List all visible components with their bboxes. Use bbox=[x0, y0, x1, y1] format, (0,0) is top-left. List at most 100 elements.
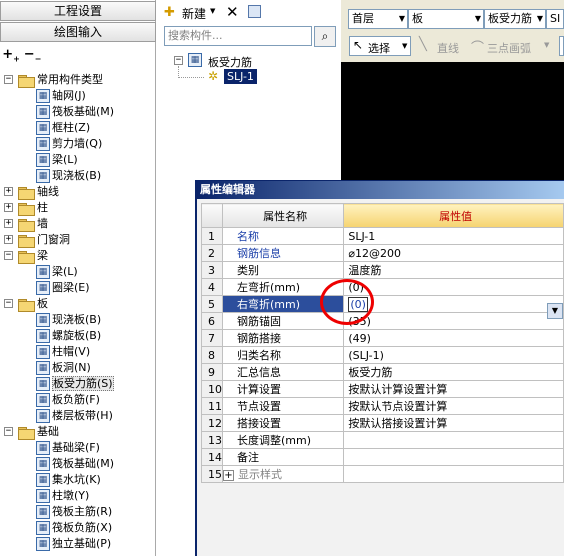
property-value[interactable]: 按默认节点设置计算 bbox=[343, 397, 564, 415]
collapse-icon[interactable]: − bbox=[174, 56, 183, 65]
search-icon[interactable]: ⌕ bbox=[314, 26, 336, 47]
expand-icon[interactable]: + bbox=[4, 203, 13, 212]
property-row[interactable]: 14 备注 bbox=[201, 448, 564, 466]
property-value[interactable] bbox=[343, 465, 564, 483]
component-item-slj1[interactable]: SLJ-1 bbox=[224, 69, 257, 84]
expand-all-icon[interactable]: ++ bbox=[2, 46, 20, 64]
tree-item[interactable]: ▦ 柱帽(V) bbox=[36, 344, 90, 360]
tree-item[interactable]: ▦ 梁(L) bbox=[36, 152, 78, 168]
tree-item[interactable]: ▦ 筏板负筋(X) bbox=[36, 520, 112, 536]
tree-folder[interactable]: + 轴线 bbox=[4, 184, 59, 200]
tree-item[interactable]: ▦ 梁(L) bbox=[36, 264, 78, 280]
property-row[interactable]: 3 类别 温度筋 bbox=[201, 261, 564, 279]
spiral-icon: ▦ bbox=[36, 329, 50, 343]
property-value[interactable]: (SLJ-1) bbox=[343, 346, 564, 364]
tree-folder[interactable]: + 门窗洞 bbox=[4, 232, 70, 248]
line-button[interactable]: 直线 bbox=[437, 40, 459, 56]
tree-item[interactable]: ▦ 板洞(N) bbox=[36, 360, 91, 376]
tree-folder[interactable]: − 基础 bbox=[4, 424, 59, 440]
new-dropdown-icon[interactable]: ▼ bbox=[210, 7, 215, 15]
floor-select[interactable]: 首层 ▼ bbox=[348, 9, 408, 29]
property-value[interactable]: 板受力筋 bbox=[343, 363, 564, 381]
arc-dropdown-icon[interactable]: ▼ bbox=[544, 41, 549, 49]
property-row[interactable]: 1 名称 SLJ-1 bbox=[201, 227, 564, 245]
type-select[interactable]: 板 ▼ bbox=[408, 9, 484, 29]
delete-icon[interactable]: ✕ bbox=[226, 3, 239, 21]
tree-item[interactable]: ▦ 筏板主筋(R) bbox=[36, 504, 112, 520]
property-row[interactable]: 5 右弯折(mm) (0) bbox=[201, 295, 564, 313]
tree-item[interactable]: ▦ 板负筋(F) bbox=[36, 392, 100, 408]
new-button[interactable]: 新建 bbox=[182, 5, 206, 22]
property-name: 钢筋信息 bbox=[221, 244, 345, 262]
drawing-input-button[interactable]: 绘图输入 bbox=[0, 22, 156, 42]
expand-icon[interactable]: + bbox=[223, 470, 234, 481]
tree-item[interactable]: ▦ 筏板基础(M) bbox=[36, 104, 114, 120]
property-row[interactable]: 4 左弯折(mm) (0) bbox=[201, 278, 564, 296]
tree-folder[interactable]: + 柱 bbox=[4, 200, 48, 216]
property-value[interactable] bbox=[343, 448, 564, 466]
property-value[interactable] bbox=[343, 431, 564, 449]
tree-item[interactable]: ▦ 螺旋板(B) bbox=[36, 328, 101, 344]
tree-item[interactable]: ▦ 楼层板带(H) bbox=[36, 408, 113, 424]
property-row[interactable]: 9 汇总信息 板受力筋 bbox=[201, 363, 564, 381]
property-value-label: (SLJ-1) bbox=[348, 348, 384, 362]
collapse-icon[interactable]: − bbox=[4, 251, 13, 260]
tree-folder[interactable]: − 梁 bbox=[4, 248, 48, 264]
tree-item[interactable]: ▦ 现浇板(B) bbox=[36, 168, 101, 184]
toolbar-overflow[interactable] bbox=[559, 36, 564, 56]
tree-item[interactable]: ▦ 圈梁(E) bbox=[36, 280, 90, 296]
copy-icon[interactable] bbox=[248, 5, 261, 18]
tree-item[interactable]: ▦ 柱墩(Y) bbox=[36, 488, 89, 504]
line-icon[interactable]: ╲ bbox=[419, 37, 427, 52]
collapse-icon[interactable]: − bbox=[4, 299, 13, 308]
property-value[interactable]: (0) bbox=[343, 295, 564, 313]
select-button[interactable]: ↖ 选择 ▼ bbox=[349, 36, 411, 56]
collapse-icon[interactable]: − bbox=[4, 75, 13, 84]
tree-folder[interactable]: − 常用构件类型 bbox=[4, 72, 103, 88]
tree-item[interactable]: ▦ 框柱(Z) bbox=[36, 120, 90, 136]
tree-folder[interactable]: + 墙 bbox=[4, 216, 48, 232]
project-settings-button[interactable]: 工程设置 bbox=[0, 1, 156, 21]
value-dropdown-icon[interactable]: ▼ bbox=[547, 303, 563, 319]
tree-item[interactable]: ▦ 剪力墙(Q) bbox=[36, 136, 102, 152]
property-value[interactable]: (49) bbox=[343, 329, 564, 347]
tree-root-label[interactable]: 板受力筋 bbox=[208, 54, 252, 70]
tree-item[interactable]: ▦ 独立基础(P) bbox=[36, 536, 111, 552]
property-row[interactable]: 7 钢筋搭接 (49) bbox=[201, 329, 564, 347]
property-row[interactable]: 11 节点设置 按默认节点设置计算 bbox=[201, 397, 564, 415]
property-value[interactable]: (0) bbox=[343, 278, 564, 296]
tree-item[interactable]: ▦ 筏板基础(M) bbox=[36, 456, 114, 472]
subtype-select[interactable]: 板受力筋 ▼ bbox=[484, 9, 546, 29]
tree-folder[interactable]: − 板 bbox=[4, 296, 48, 312]
property-row[interactable]: 13 长度调整(mm) bbox=[201, 431, 564, 449]
property-row[interactable]: 15 + 显示样式 bbox=[201, 465, 564, 483]
property-row[interactable]: 8 归类名称 (SLJ-1) bbox=[201, 346, 564, 364]
property-value[interactable]: 按默认计算设置计算 bbox=[343, 380, 564, 398]
collapse-icon[interactable]: − bbox=[4, 427, 13, 436]
new-icon[interactable]: ✚ bbox=[164, 5, 175, 20]
component-select[interactable]: SI bbox=[546, 9, 564, 29]
property-value[interactable]: 温度筋 bbox=[343, 261, 564, 279]
property-value[interactable]: 按默认搭接设置计算 bbox=[343, 414, 564, 432]
property-value[interactable]: (35) bbox=[343, 312, 564, 330]
property-row[interactable]: 12 搭接设置 按默认搭接设置计算 bbox=[201, 414, 564, 432]
tree-item[interactable]: ▦ 集水坑(K) bbox=[36, 472, 101, 488]
collapse-all-icon[interactable]: −− bbox=[24, 46, 42, 64]
tree-item[interactable]: ▦ 现浇板(B) bbox=[36, 312, 101, 328]
tree-item[interactable]: ▦ 板受力筋(S) bbox=[36, 376, 114, 392]
property-value[interactable]: SLJ-1 bbox=[343, 227, 564, 245]
property-row[interactable]: 2 钢筋信息 ⌀12@200 bbox=[201, 244, 564, 262]
expand-icon[interactable]: + bbox=[4, 187, 13, 196]
arc-icon[interactable]: ⌒ bbox=[471, 37, 484, 56]
property-value[interactable]: ⌀12@200 bbox=[343, 244, 564, 262]
expand-icon[interactable]: + bbox=[4, 235, 13, 244]
arc-button[interactable]: 三点画弧 bbox=[487, 40, 531, 56]
component-search-input[interactable]: 搜索构件... bbox=[164, 26, 312, 46]
property-name: 钢筋搭接 bbox=[221, 329, 345, 347]
tree-item[interactable]: ▦ 基础梁(F) bbox=[36, 440, 100, 456]
property-row[interactable]: 10 计算设置 按默认计算设置计算 bbox=[201, 380, 564, 398]
tree-item[interactable]: ▦ 轴网(J) bbox=[36, 88, 86, 104]
expand-icon[interactable]: + bbox=[4, 219, 13, 228]
drawing-canvas[interactable] bbox=[341, 62, 564, 180]
property-row[interactable]: 6 钢筋锚固 (35) bbox=[201, 312, 564, 330]
